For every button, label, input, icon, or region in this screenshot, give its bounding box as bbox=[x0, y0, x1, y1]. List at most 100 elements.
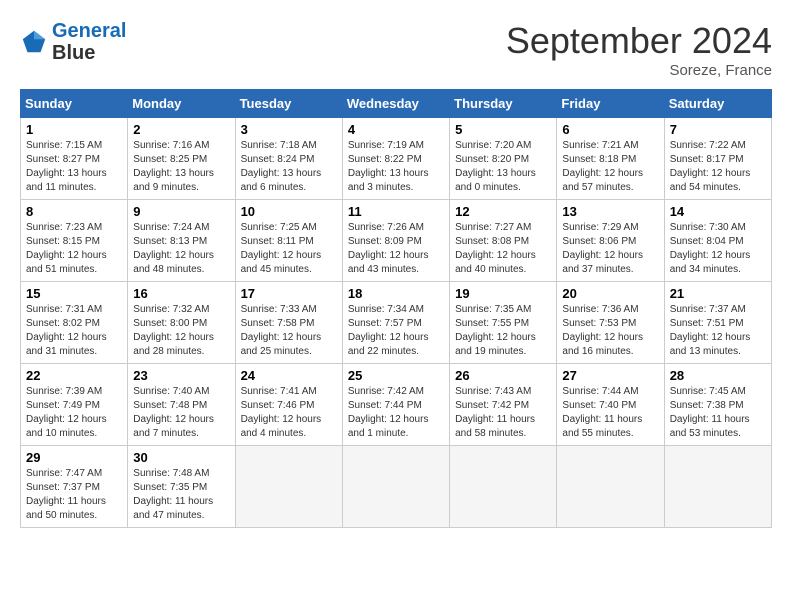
day-info: Sunrise: 7:42 AM Sunset: 7:44 PM Dayligh… bbox=[348, 385, 444, 441]
day-info: Sunrise: 7:39 AM Sunset: 7:49 PM Dayligh… bbox=[26, 385, 122, 441]
logo: General Blue bbox=[20, 20, 126, 64]
calendar-day-cell: 14 Sunrise: 7:30 AM Sunset: 8:04 PM Dayl… bbox=[664, 200, 771, 282]
calendar-day-cell: 6 Sunrise: 7:21 AM Sunset: 8:18 PM Dayli… bbox=[557, 118, 664, 200]
day-number: 1 bbox=[26, 122, 122, 137]
calendar-day-cell: 12 Sunrise: 7:27 AM Sunset: 8:08 PM Dayl… bbox=[450, 200, 557, 282]
day-info: Sunrise: 7:29 AM Sunset: 8:06 PM Dayligh… bbox=[562, 221, 658, 277]
calendar-day-cell: 29 Sunrise: 7:47 AM Sunset: 7:37 PM Dayl… bbox=[21, 446, 128, 528]
day-info: Sunrise: 7:47 AM Sunset: 7:37 PM Dayligh… bbox=[26, 467, 122, 523]
day-number: 3 bbox=[241, 122, 337, 137]
col-thursday: Thursday bbox=[450, 90, 557, 118]
col-sunday: Sunday bbox=[21, 90, 128, 118]
calendar-week-row: 22 Sunrise: 7:39 AM Sunset: 7:49 PM Dayl… bbox=[21, 364, 772, 446]
day-number: 8 bbox=[26, 204, 122, 219]
calendar-day-cell: 5 Sunrise: 7:20 AM Sunset: 8:20 PM Dayli… bbox=[450, 118, 557, 200]
day-info: Sunrise: 7:36 AM Sunset: 7:53 PM Dayligh… bbox=[562, 303, 658, 359]
calendar-day-cell: 8 Sunrise: 7:23 AM Sunset: 8:15 PM Dayli… bbox=[21, 200, 128, 282]
day-number: 21 bbox=[670, 286, 766, 301]
calendar-day-cell bbox=[664, 446, 771, 528]
calendar-header-row: Sunday Monday Tuesday Wednesday Thursday… bbox=[21, 90, 772, 118]
day-number: 19 bbox=[455, 286, 551, 301]
col-monday: Monday bbox=[128, 90, 235, 118]
calendar-day-cell: 24 Sunrise: 7:41 AM Sunset: 7:46 PM Dayl… bbox=[235, 364, 342, 446]
calendar-day-cell: 10 Sunrise: 7:25 AM Sunset: 8:11 PM Dayl… bbox=[235, 200, 342, 282]
day-info: Sunrise: 7:22 AM Sunset: 8:17 PM Dayligh… bbox=[670, 139, 766, 195]
day-number: 16 bbox=[133, 286, 229, 301]
day-info: Sunrise: 7:37 AM Sunset: 7:51 PM Dayligh… bbox=[670, 303, 766, 359]
month-title: September 2024 bbox=[506, 20, 772, 62]
col-wednesday: Wednesday bbox=[342, 90, 449, 118]
day-number: 24 bbox=[241, 368, 337, 383]
calendar-day-cell: 30 Sunrise: 7:48 AM Sunset: 7:35 PM Dayl… bbox=[128, 446, 235, 528]
day-info: Sunrise: 7:32 AM Sunset: 8:00 PM Dayligh… bbox=[133, 303, 229, 359]
day-number: 12 bbox=[455, 204, 551, 219]
day-info: Sunrise: 7:40 AM Sunset: 7:48 PM Dayligh… bbox=[133, 385, 229, 441]
day-info: Sunrise: 7:27 AM Sunset: 8:08 PM Dayligh… bbox=[455, 221, 551, 277]
day-number: 4 bbox=[348, 122, 444, 137]
calendar-day-cell: 15 Sunrise: 7:31 AM Sunset: 8:02 PM Dayl… bbox=[21, 282, 128, 364]
day-info: Sunrise: 7:23 AM Sunset: 8:15 PM Dayligh… bbox=[26, 221, 122, 277]
day-number: 7 bbox=[670, 122, 766, 137]
day-info: Sunrise: 7:30 AM Sunset: 8:04 PM Dayligh… bbox=[670, 221, 766, 277]
day-info: Sunrise: 7:31 AM Sunset: 8:02 PM Dayligh… bbox=[26, 303, 122, 359]
day-number: 2 bbox=[133, 122, 229, 137]
day-info: Sunrise: 7:34 AM Sunset: 7:57 PM Dayligh… bbox=[348, 303, 444, 359]
day-number: 20 bbox=[562, 286, 658, 301]
calendar-day-cell: 11 Sunrise: 7:26 AM Sunset: 8:09 PM Dayl… bbox=[342, 200, 449, 282]
day-info: Sunrise: 7:25 AM Sunset: 8:11 PM Dayligh… bbox=[241, 221, 337, 277]
calendar-week-row: 8 Sunrise: 7:23 AM Sunset: 8:15 PM Dayli… bbox=[21, 200, 772, 282]
day-info: Sunrise: 7:43 AM Sunset: 7:42 PM Dayligh… bbox=[455, 385, 551, 441]
day-number: 22 bbox=[26, 368, 122, 383]
location: Soreze, France bbox=[506, 62, 772, 79]
day-number: 6 bbox=[562, 122, 658, 137]
col-friday: Friday bbox=[557, 90, 664, 118]
day-number: 18 bbox=[348, 286, 444, 301]
day-number: 11 bbox=[348, 204, 444, 219]
day-number: 15 bbox=[26, 286, 122, 301]
calendar-day-cell: 28 Sunrise: 7:45 AM Sunset: 7:38 PM Dayl… bbox=[664, 364, 771, 446]
calendar-week-row: 1 Sunrise: 7:15 AM Sunset: 8:27 PM Dayli… bbox=[21, 118, 772, 200]
day-number: 14 bbox=[670, 204, 766, 219]
calendar-day-cell: 20 Sunrise: 7:36 AM Sunset: 7:53 PM Dayl… bbox=[557, 282, 664, 364]
calendar-week-row: 15 Sunrise: 7:31 AM Sunset: 8:02 PM Dayl… bbox=[21, 282, 772, 364]
calendar-day-cell bbox=[450, 446, 557, 528]
calendar-day-cell bbox=[342, 446, 449, 528]
day-number: 17 bbox=[241, 286, 337, 301]
calendar-day-cell: 1 Sunrise: 7:15 AM Sunset: 8:27 PM Dayli… bbox=[21, 118, 128, 200]
calendar-day-cell: 4 Sunrise: 7:19 AM Sunset: 8:22 PM Dayli… bbox=[342, 118, 449, 200]
calendar-day-cell: 18 Sunrise: 7:34 AM Sunset: 7:57 PM Dayl… bbox=[342, 282, 449, 364]
day-number: 25 bbox=[348, 368, 444, 383]
logo-text: General Blue bbox=[52, 20, 126, 64]
day-info: Sunrise: 7:33 AM Sunset: 7:58 PM Dayligh… bbox=[241, 303, 337, 359]
day-number: 23 bbox=[133, 368, 229, 383]
day-info: Sunrise: 7:26 AM Sunset: 8:09 PM Dayligh… bbox=[348, 221, 444, 277]
calendar-day-cell: 17 Sunrise: 7:33 AM Sunset: 7:58 PM Dayl… bbox=[235, 282, 342, 364]
day-info: Sunrise: 7:41 AM Sunset: 7:46 PM Dayligh… bbox=[241, 385, 337, 441]
calendar-day-cell: 2 Sunrise: 7:16 AM Sunset: 8:25 PM Dayli… bbox=[128, 118, 235, 200]
calendar-week-row: 29 Sunrise: 7:47 AM Sunset: 7:37 PM Dayl… bbox=[21, 446, 772, 528]
page-header: General Blue September 2024 Soreze, Fran… bbox=[20, 20, 772, 79]
calendar-day-cell: 19 Sunrise: 7:35 AM Sunset: 7:55 PM Dayl… bbox=[450, 282, 557, 364]
calendar-table: Sunday Monday Tuesday Wednesday Thursday… bbox=[20, 89, 772, 528]
logo-icon bbox=[20, 28, 48, 56]
calendar-day-cell: 13 Sunrise: 7:29 AM Sunset: 8:06 PM Dayl… bbox=[557, 200, 664, 282]
day-number: 28 bbox=[670, 368, 766, 383]
day-number: 5 bbox=[455, 122, 551, 137]
day-info: Sunrise: 7:48 AM Sunset: 7:35 PM Dayligh… bbox=[133, 467, 229, 523]
day-info: Sunrise: 7:24 AM Sunset: 8:13 PM Dayligh… bbox=[133, 221, 229, 277]
day-info: Sunrise: 7:19 AM Sunset: 8:22 PM Dayligh… bbox=[348, 139, 444, 195]
day-number: 30 bbox=[133, 450, 229, 465]
calendar-day-cell: 22 Sunrise: 7:39 AM Sunset: 7:49 PM Dayl… bbox=[21, 364, 128, 446]
calendar-day-cell: 23 Sunrise: 7:40 AM Sunset: 7:48 PM Dayl… bbox=[128, 364, 235, 446]
day-number: 10 bbox=[241, 204, 337, 219]
calendar-day-cell: 16 Sunrise: 7:32 AM Sunset: 8:00 PM Dayl… bbox=[128, 282, 235, 364]
calendar-day-cell: 21 Sunrise: 7:37 AM Sunset: 7:51 PM Dayl… bbox=[664, 282, 771, 364]
calendar-day-cell: 25 Sunrise: 7:42 AM Sunset: 7:44 PM Dayl… bbox=[342, 364, 449, 446]
day-number: 26 bbox=[455, 368, 551, 383]
col-saturday: Saturday bbox=[664, 90, 771, 118]
calendar-day-cell: 3 Sunrise: 7:18 AM Sunset: 8:24 PM Dayli… bbox=[235, 118, 342, 200]
day-number: 9 bbox=[133, 204, 229, 219]
calendar-day-cell: 7 Sunrise: 7:22 AM Sunset: 8:17 PM Dayli… bbox=[664, 118, 771, 200]
calendar-day-cell: 27 Sunrise: 7:44 AM Sunset: 7:40 PM Dayl… bbox=[557, 364, 664, 446]
calendar-day-cell: 9 Sunrise: 7:24 AM Sunset: 8:13 PM Dayli… bbox=[128, 200, 235, 282]
